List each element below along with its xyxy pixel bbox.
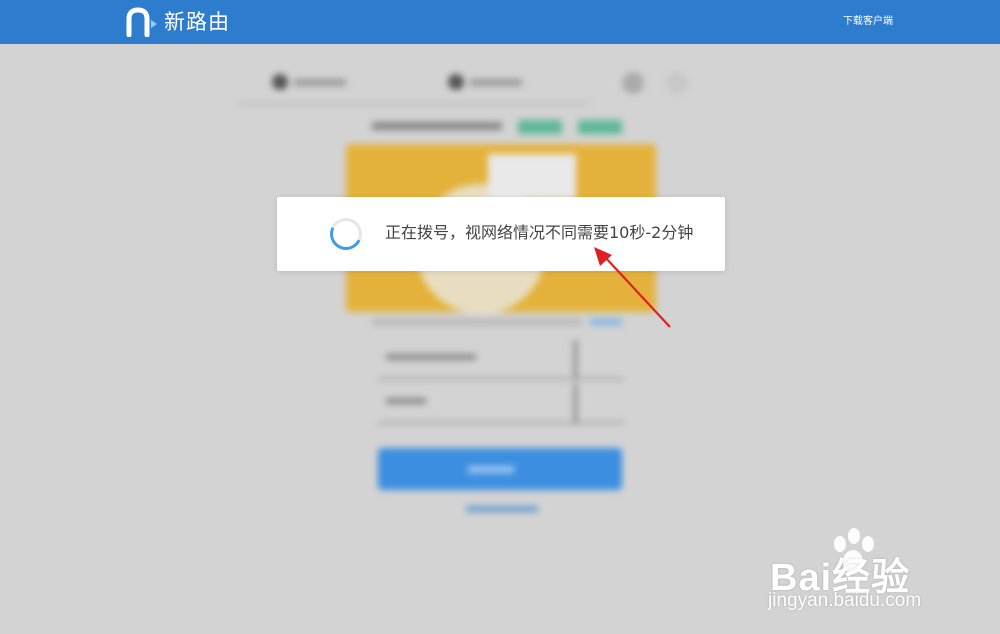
circle-button (666, 72, 688, 94)
tab-underline (238, 102, 588, 105)
dialing-modal: 正在拨号，视网络情况不同需要10秒-2分钟 (277, 197, 725, 271)
submit-button (378, 448, 622, 490)
status-pill (518, 120, 562, 134)
step-text (372, 120, 502, 133)
tab-indicator (448, 74, 522, 90)
status-pill (578, 120, 622, 134)
password-input (378, 384, 624, 424)
watermark-url: jingyan.baidu.com (768, 590, 922, 611)
loading-spinner-icon (325, 213, 367, 255)
brand-name: 新路由 (164, 10, 230, 34)
hint-text (372, 319, 582, 325)
secondary-link (466, 506, 538, 512)
illustration-box (488, 154, 576, 200)
circle-button (622, 72, 644, 94)
dialing-message: 正在拨号，视网络情况不同需要10秒-2分钟 (385, 223, 694, 242)
download-client-link[interactable]: 下载客户端 (843, 16, 893, 28)
tab-indicator (272, 74, 346, 90)
hint-link (590, 319, 622, 325)
router-logo-icon (126, 7, 157, 37)
top-bar: 新路由 下载客户端 (0, 0, 1000, 44)
account-input (378, 340, 624, 380)
